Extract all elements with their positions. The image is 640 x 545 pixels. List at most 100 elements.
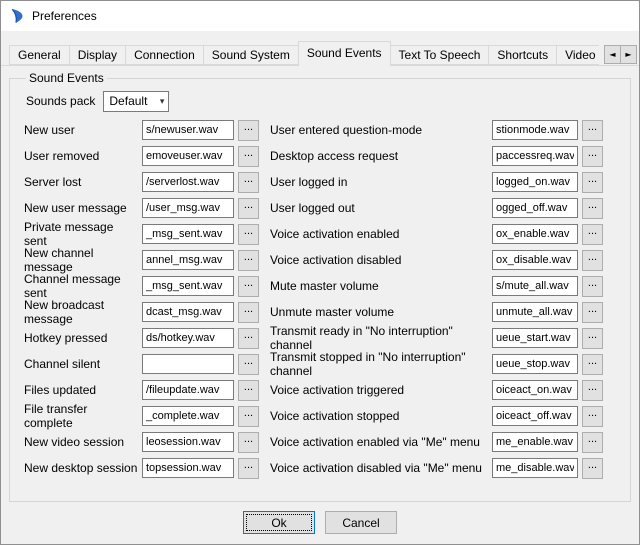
browse-button[interactable]: ... xyxy=(582,146,603,167)
sound-event-label: Voice activation triggered xyxy=(270,383,492,397)
sound-event-row: New desktop session... xyxy=(24,455,270,481)
sound-file-input[interactable] xyxy=(492,172,578,192)
browse-button[interactable]: ... xyxy=(582,172,603,193)
tab-video[interactable]: Video xyxy=(556,45,599,65)
sound-file-input[interactable] xyxy=(142,224,234,244)
cancel-button[interactable]: Cancel xyxy=(325,511,397,534)
sound-file-input[interactable] xyxy=(142,198,234,218)
arrow-left-icon: ◄ xyxy=(609,50,615,59)
sound-file-input[interactable] xyxy=(492,250,578,270)
browse-button[interactable]: ... xyxy=(238,432,259,453)
browse-button[interactable]: ... xyxy=(238,120,259,141)
tab-text-to-speech[interactable]: Text To Speech xyxy=(390,45,490,65)
sound-event-label: New video session xyxy=(24,435,142,449)
browse-button[interactable]: ... xyxy=(582,224,603,245)
tab-display[interactable]: Display xyxy=(69,45,126,65)
sound-event-label: User removed xyxy=(24,149,142,163)
sound-file-input[interactable] xyxy=(492,224,578,244)
sound-file-input[interactable] xyxy=(142,120,234,140)
sound-file-input[interactable] xyxy=(142,276,234,296)
tab-sound-system[interactable]: Sound System xyxy=(203,45,299,65)
browse-button[interactable]: ... xyxy=(582,354,603,375)
sound-event-label: User logged out xyxy=(270,201,492,215)
browse-button[interactable]: ... xyxy=(582,250,603,271)
sound-event-row: User entered question-mode... xyxy=(270,117,620,143)
browse-button[interactable]: ... xyxy=(238,458,259,479)
sound-file-input[interactable] xyxy=(492,432,578,452)
sound-file-input[interactable] xyxy=(142,250,234,270)
browse-button[interactable]: ... xyxy=(238,250,259,271)
browse-button[interactable]: ... xyxy=(582,432,603,453)
sound-file-input[interactable] xyxy=(492,406,578,426)
sound-event-row: Voice activation disabled... xyxy=(270,247,620,273)
browse-button[interactable]: ... xyxy=(582,406,603,427)
titlebar: Preferences xyxy=(1,1,639,31)
sound-event-row: New video session... xyxy=(24,429,270,455)
sound-file-input[interactable] xyxy=(142,406,234,426)
browse-button[interactable]: ... xyxy=(238,172,259,193)
browse-button[interactable]: ... xyxy=(238,406,259,427)
browse-button[interactable]: ... xyxy=(238,302,259,323)
tab-general[interactable]: General xyxy=(9,45,70,65)
sound-event-label: Unmute master volume xyxy=(270,305,492,319)
sound-event-label: Desktop access request xyxy=(270,149,492,163)
sound-event-row: Voice activation stopped... xyxy=(270,403,620,429)
sound-file-input[interactable] xyxy=(142,432,234,452)
sound-file-input[interactable] xyxy=(142,354,234,374)
sound-event-label: Mute master volume xyxy=(270,279,492,293)
browse-button[interactable]: ... xyxy=(582,328,603,349)
sound-file-input[interactable] xyxy=(142,458,234,478)
sound-file-input[interactable] xyxy=(492,328,578,348)
sound-file-input[interactable] xyxy=(142,328,234,348)
sound-file-input[interactable] xyxy=(142,172,234,192)
browse-button[interactable]: ... xyxy=(238,328,259,349)
sound-event-row: New broadcast message... xyxy=(24,299,270,325)
sound-event-row: Server lost... xyxy=(24,169,270,195)
app-icon xyxy=(9,8,25,24)
sounds-pack-select[interactable]: Default ▾ xyxy=(103,91,169,112)
tab-shortcuts[interactable]: Shortcuts xyxy=(488,45,557,65)
browse-button[interactable]: ... xyxy=(582,198,603,219)
tab-connection[interactable]: Connection xyxy=(125,45,204,65)
browse-button[interactable]: ... xyxy=(238,146,259,167)
browse-button[interactable]: ... xyxy=(582,276,603,297)
sound-event-label: Voice activation disabled via "Me" menu xyxy=(270,461,492,475)
browse-button[interactable]: ... xyxy=(238,198,259,219)
chevron-down-icon: ▾ xyxy=(160,96,165,107)
sound-event-row: Voice activation disabled via "Me" menu.… xyxy=(270,455,620,481)
sound-event-row: Files updated... xyxy=(24,377,270,403)
sound-file-input[interactable] xyxy=(142,302,234,322)
sound-event-row: Private message sent... xyxy=(24,221,270,247)
sound-file-input[interactable] xyxy=(492,354,578,374)
tab-scroll-left-button[interactable]: ◄ xyxy=(604,45,621,64)
tab-sound-events[interactable]: Sound Events xyxy=(298,41,391,66)
sound-file-input[interactable] xyxy=(492,146,578,166)
sound-file-input[interactable] xyxy=(142,146,234,166)
sound-file-input[interactable] xyxy=(492,302,578,322)
browse-button[interactable]: ... xyxy=(582,458,603,479)
sound-event-label: New desktop session xyxy=(24,461,142,475)
sound-file-input[interactable] xyxy=(492,458,578,478)
sound-event-row: Transmit ready in "No interruption" chan… xyxy=(270,325,620,351)
sound-event-row: Voice activation enabled via "Me" menu..… xyxy=(270,429,620,455)
sound-file-input[interactable] xyxy=(492,198,578,218)
sound-event-label: User entered question-mode xyxy=(270,123,492,137)
sound-file-input[interactable] xyxy=(142,380,234,400)
tab-scroll-right-button[interactable]: ► xyxy=(620,45,637,64)
sound-event-label: Transmit ready in "No interruption" chan… xyxy=(270,324,492,352)
browse-button[interactable]: ... xyxy=(582,380,603,401)
sound-file-input[interactable] xyxy=(492,276,578,296)
browse-button[interactable]: ... xyxy=(238,354,259,375)
browse-button[interactable]: ... xyxy=(238,276,259,297)
browse-button[interactable]: ... xyxy=(582,302,603,323)
browse-button[interactable]: ... xyxy=(238,380,259,401)
browse-button[interactable]: ... xyxy=(238,224,259,245)
sound-event-row: Voice activation enabled... xyxy=(270,221,620,247)
sound-file-input[interactable] xyxy=(492,120,578,140)
ok-button[interactable]: Ok xyxy=(243,511,315,534)
sound-events-right-column: User entered question-mode... Desktop acc… xyxy=(270,117,620,481)
sound-file-input[interactable] xyxy=(492,380,578,400)
sounds-pack-row: Sounds pack Default ▾ xyxy=(26,87,620,115)
browse-button[interactable]: ... xyxy=(582,120,603,141)
arrow-right-icon: ► xyxy=(625,50,631,59)
